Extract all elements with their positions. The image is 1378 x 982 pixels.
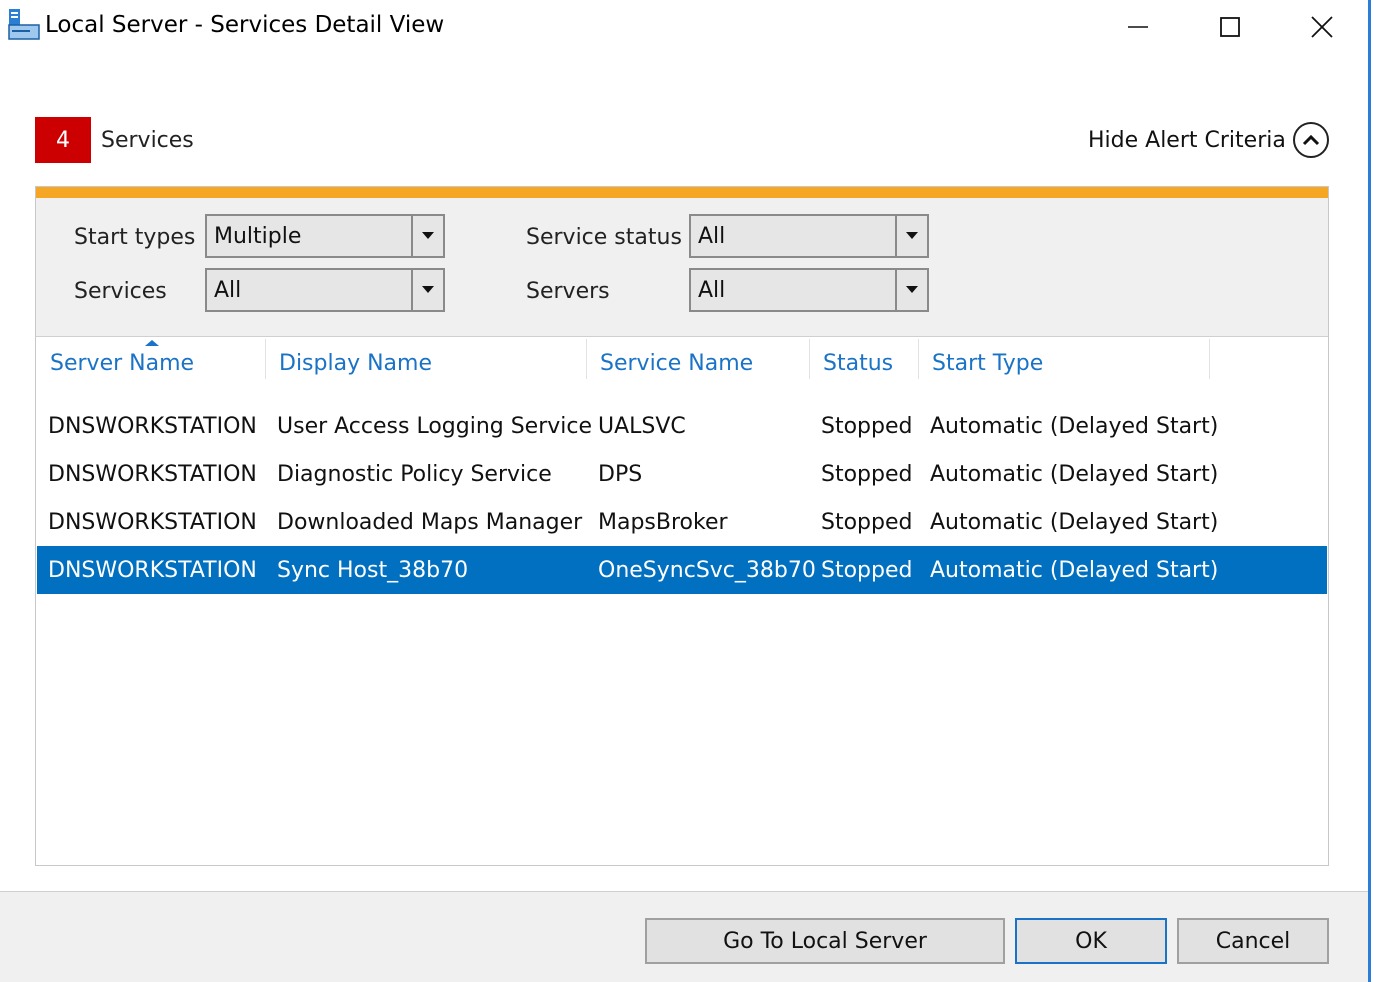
column-header-service-name[interactable]: Service Name — [600, 337, 808, 389]
cell-service-name: UALSVC — [598, 413, 686, 439]
cell-start-type: Automatic (Delayed Start) — [930, 413, 1219, 439]
cell-start-type: Automatic (Delayed Start) — [930, 461, 1219, 487]
cell-start-type: Automatic (Delayed Start) — [930, 509, 1219, 535]
services-detail-window: Local Server - Services Detail View 4 Se… — [0, 0, 1378, 982]
services-filter-value: All — [214, 277, 242, 303]
ok-button[interactable]: OK — [1015, 918, 1167, 964]
chevron-down-icon — [411, 216, 443, 256]
services-count-label: Services — [101, 128, 194, 153]
servers-dropdown[interactable]: All — [689, 268, 929, 312]
minimize-icon — [1128, 26, 1148, 28]
column-divider[interactable] — [918, 339, 919, 379]
cell-server-name: DNSWORKSTATION — [48, 557, 257, 583]
column-header-server-name[interactable]: Server Name — [50, 337, 264, 389]
minimize-button[interactable] — [1092, 0, 1184, 54]
cell-status: Stopped — [821, 509, 913, 535]
cell-status: Stopped — [821, 413, 913, 439]
cell-server-name: DNSWORKSTATION — [48, 461, 257, 487]
service-status-label: Service status — [526, 225, 682, 250]
maximize-icon — [1220, 17, 1240, 37]
table-row[interactable]: DNSWORKSTATION Downloaded Maps Manager M… — [37, 498, 1327, 546]
start-types-label: Start types — [74, 225, 196, 250]
chevron-down-icon — [895, 216, 927, 256]
column-header-display-name[interactable]: Display Name — [279, 337, 584, 389]
cell-service-name: DPS — [598, 461, 643, 487]
table-row[interactable]: DNSWORKSTATION Diagnostic Policy Service… — [37, 450, 1327, 498]
cell-display-name: Sync Host_38b70 — [277, 557, 469, 583]
start-types-dropdown[interactable]: Multiple — [205, 214, 445, 258]
cell-display-name: Downloaded Maps Manager — [277, 509, 583, 535]
cell-status: Stopped — [821, 557, 913, 583]
cell-server-name: DNSWORKSTATION — [48, 413, 257, 439]
cell-start-type: Automatic (Delayed Start) — [930, 557, 1219, 583]
service-status-dropdown[interactable]: All — [689, 214, 929, 258]
chevron-down-icon — [895, 270, 927, 310]
servers-value: All — [698, 277, 726, 303]
table-row[interactable]: DNSWORKSTATION User Access Logging Servi… — [37, 402, 1327, 450]
column-header-status[interactable]: Status — [823, 337, 917, 389]
services-panel: Start types Multiple Services All Servic… — [35, 186, 1329, 866]
service-status-value: All — [698, 223, 726, 249]
services-dropdown[interactable]: All — [205, 268, 445, 312]
cell-display-name: User Access Logging Service — [277, 413, 593, 439]
services-filter-label: Services — [74, 279, 167, 304]
chevron-down-icon — [411, 270, 443, 310]
cell-status: Stopped — [821, 461, 913, 487]
column-divider[interactable] — [1209, 339, 1210, 379]
go-to-local-server-button[interactable]: Go To Local Server — [645, 918, 1005, 964]
alert-criteria-filters: Start types Multiple Services All Servic… — [36, 198, 1328, 337]
cell-display-name: Diagnostic Policy Service — [277, 461, 552, 487]
column-divider[interactable] — [809, 339, 810, 379]
column-divider[interactable] — [586, 339, 587, 379]
table-row-selected[interactable]: DNSWORKSTATION Sync Host_38b70 OneSyncSv… — [37, 546, 1327, 594]
cell-server-name: DNSWORKSTATION — [48, 509, 257, 535]
servers-label: Servers — [526, 279, 610, 304]
start-types-value: Multiple — [214, 223, 302, 249]
column-header-start-type[interactable]: Start Type — [932, 337, 1208, 389]
window-border — [1368, 0, 1371, 982]
title-bar: Local Server - Services Detail View — [0, 0, 1368, 54]
column-divider[interactable] — [265, 339, 266, 379]
cancel-button[interactable]: Cancel — [1177, 918, 1329, 964]
chevron-up-icon[interactable] — [1293, 122, 1329, 158]
window-title: Local Server - Services Detail View — [45, 12, 445, 38]
alert-bar — [36, 187, 1328, 198]
close-icon — [1311, 16, 1333, 38]
services-count-badge: 4 — [35, 117, 91, 163]
server-manager-icon — [8, 9, 40, 41]
cell-service-name: OneSyncSvc_38b70 — [598, 557, 816, 583]
close-button[interactable] — [1276, 0, 1368, 54]
cell-service-name: MapsBroker — [598, 509, 728, 535]
hide-alert-criteria-link[interactable]: Hide Alert Criteria — [1088, 128, 1286, 153]
maximize-button[interactable] — [1184, 0, 1276, 54]
